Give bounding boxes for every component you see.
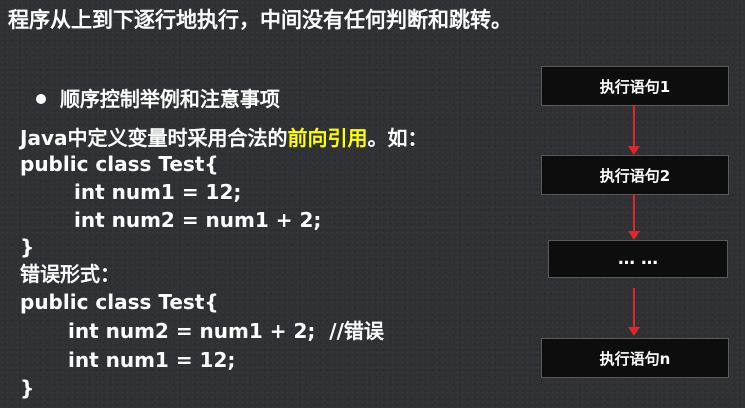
flow-step-2: 执行语句2	[541, 155, 729, 195]
code-line: int num2 = num1 + 2; //错误	[68, 319, 384, 343]
arrow-down-icon	[628, 194, 640, 240]
flow-step-1: 执行语句1	[541, 66, 729, 106]
code-line: int num1 = 12;	[68, 348, 236, 372]
bullet-icon	[35, 94, 46, 104]
bullet-heading: 顺序控制举例和注意事项	[22, 69, 280, 109]
code-line: int num2 = num1 + 2;	[74, 208, 322, 232]
intro-suffix: 。如：	[367, 126, 428, 150]
code-line: }	[20, 235, 35, 259]
code-line: public class Test{	[20, 152, 219, 176]
intro-highlight: 前向引用	[287, 126, 368, 150]
bullet-text: 顺序控制举例和注意事项	[59, 87, 280, 111]
arrow-down-icon	[628, 105, 640, 155]
slide-title: 程序从上到下逐行地执行，中间没有任何判断和跳转。	[8, 8, 512, 32]
flow-step-n: 执行语句n	[541, 338, 729, 378]
code-line: int num1 = 12;	[74, 180, 242, 204]
arrow-down-icon	[628, 288, 640, 336]
code-line: public class Test{	[20, 290, 219, 314]
java-intro-line: Java中定义变量时采用合法的前向引用。如：	[20, 128, 427, 148]
intro-prefix: Java中定义变量时采用合法的	[20, 126, 288, 150]
flow-ellipsis: … …	[548, 240, 728, 278]
code-line: }	[20, 376, 35, 400]
error-label: 错误形式：	[20, 262, 120, 286]
